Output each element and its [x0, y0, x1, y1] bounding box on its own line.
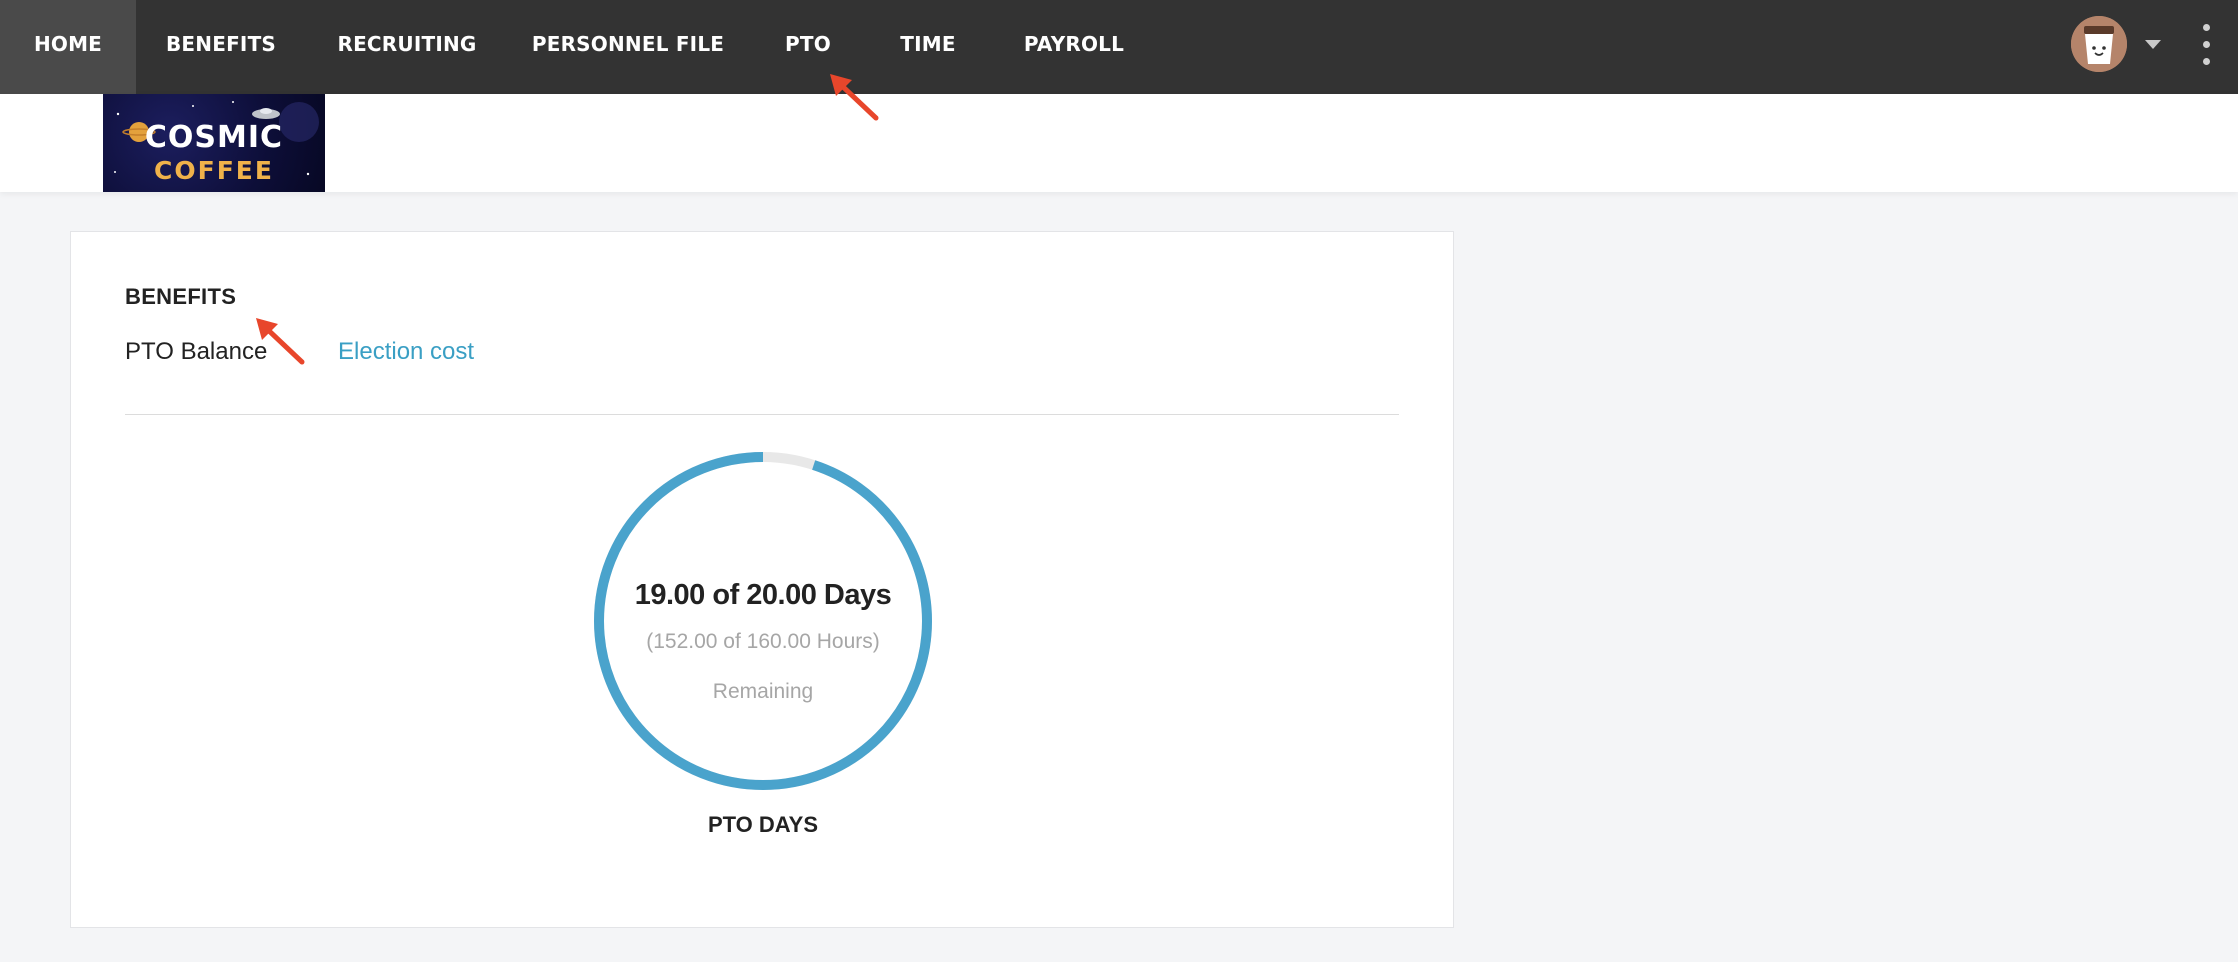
annotation-arrow-pto [830, 74, 879, 121]
tab-election-cost[interactable]: Election cost [338, 338, 474, 366]
nav-benefits[interactable]: BENEFITS [154, 0, 288, 94]
logo-text-cosmic: COSMIC [144, 120, 284, 155]
nav-time[interactable]: TIME [884, 0, 972, 94]
tab-pto-balance[interactable]: PTO Balance [125, 338, 267, 366]
logo-text-coffee: COFFEE [154, 156, 274, 185]
nav-personnel-file[interactable]: PERSONNEL FILE [528, 0, 728, 94]
pto-days-value: 19.00 of 20.00 Days [634, 579, 892, 611]
nav-home[interactable]: HOME [0, 0, 136, 94]
ring-fill [594, 452, 932, 790]
vertical-dots-icon[interactable] [2200, 24, 2214, 66]
user-avatar[interactable] [2071, 16, 2127, 72]
pto-progress-ring [594, 452, 932, 790]
top-navigation-bar: HOME BENEFITS RECRUITING PERSONNEL FILE … [0, 0, 2238, 94]
nav-recruiting[interactable]: RECRUITING [324, 0, 490, 94]
nav-payroll[interactable]: PAYROLL [1012, 0, 1136, 94]
section-divider [125, 414, 1399, 415]
chevron-down-icon[interactable] [2145, 40, 2161, 49]
pto-remaining-label: Remaining [712, 680, 814, 703]
pto-hours-value: (152.00 of 160.00 Hours) [646, 630, 880, 653]
company-logo: COSMIC COFFEE [103, 94, 325, 192]
coffee-cup-avatar-icon [2071, 16, 2127, 72]
section-title: BENEFITS [125, 284, 237, 309]
logo-bar [0, 94, 2238, 192]
pto-days-caption: PTO DAYS [707, 812, 819, 837]
annotation-arrow-benefits [256, 318, 305, 365]
